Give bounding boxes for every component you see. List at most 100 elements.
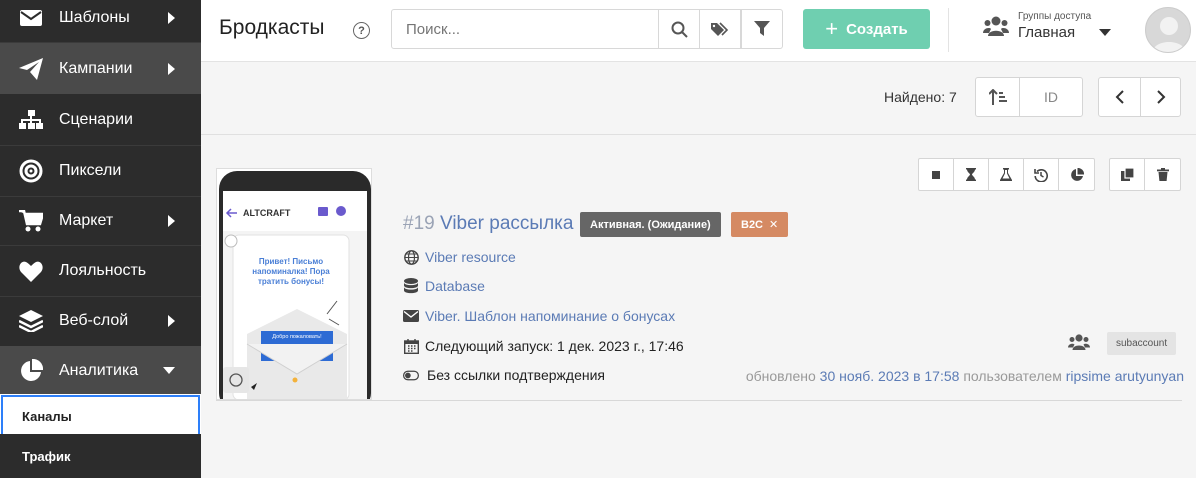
paper-plane-icon [18, 56, 44, 82]
heart-icon [18, 258, 44, 284]
campaign-preview[interactable]: ALTCRAFT Привет! Письмо напоминалка! Пор… [216, 168, 372, 400]
user-avatar-icon [1152, 17, 1186, 52]
updated-prefix: обновлено [745, 368, 816, 384]
tag-label: B2C [741, 218, 764, 231]
resource-label: Viber resource [425, 249, 516, 265]
confirm-link-row: Без ссылки подтверждения [403, 367, 605, 383]
sidebar-subitem-traffic[interactable]: Трафик [0, 434, 201, 478]
sidebar-item-label: Лояльность [59, 262, 147, 279]
preview-brand: ALTCRAFT [243, 208, 291, 218]
stop-button[interactable] [919, 159, 954, 190]
plus-icon: + [825, 16, 839, 41]
create-button[interactable]: + Создать [803, 9, 930, 49]
resource-link[interactable]: Viber resource [403, 249, 516, 265]
stats-button[interactable] [1059, 159, 1094, 190]
chevron-right-icon [1156, 90, 1165, 104]
chevron-right-icon [168, 11, 175, 24]
create-button-label: Создать [846, 20, 908, 38]
users-icon [983, 16, 1009, 36]
sidebar: Шаблоны Кампании Сценарии Пиксели Маркет [0, 0, 201, 478]
sort-direction-button[interactable] [975, 77, 1020, 117]
campaign-id: #19 [403, 213, 435, 234]
database-link[interactable]: Database [403, 278, 485, 294]
sidebar-item-web-layer[interactable]: Веб-слой [0, 297, 201, 345]
sort-field-select[interactable]: ID [1019, 77, 1083, 117]
target-icon [18, 158, 44, 184]
schedule-button[interactable] [954, 159, 989, 190]
search-icon [671, 21, 688, 38]
divider [216, 400, 1182, 401]
sidebar-item-label: Пиксели [59, 162, 122, 179]
sidebar-subitem-channels[interactable]: Каналы [0, 394, 201, 438]
pie-chart-icon [18, 358, 44, 384]
sidebar-item-analytics[interactable]: Аналитика [0, 346, 201, 395]
chevron-left-icon [1115, 90, 1124, 104]
preview-message: Привет! Письмо напоминалка! Пора тратить… [252, 257, 330, 286]
sidebar-item-templates[interactable]: Шаблоны [0, 0, 201, 35]
hourglass-icon [966, 168, 976, 181]
sidebar-item-label: Сценарии [59, 111, 133, 128]
database-label: Database [425, 278, 485, 294]
subaccount-badge: subaccount [1107, 332, 1177, 355]
divider [201, 134, 1196, 135]
sidebar-item-scenarios[interactable]: Сценарии [0, 95, 201, 145]
delete-button[interactable] [1145, 159, 1180, 190]
divider [948, 8, 949, 52]
status-badge: Активная. (Ожидание) [580, 212, 721, 237]
copy-button[interactable] [1110, 159, 1145, 190]
header: Бродкасты ? + Создать Группы доступа Гла… [201, 0, 1196, 62]
updated-by-prefix: пользователем [963, 368, 1062, 384]
cart-icon [18, 208, 44, 234]
phone-preview-image: ALTCRAFT Привет! Письмо напоминалка! Пор… [217, 169, 371, 399]
sidebar-item-label: Аналитика [59, 361, 139, 379]
search-button[interactable] [658, 9, 700, 49]
sitemap-icon [18, 107, 44, 133]
sidebar-item-label: Маркет [59, 211, 114, 229]
campaign-edit-toolbar [1109, 158, 1181, 191]
search-input[interactable] [391, 9, 659, 49]
chevron-right-icon [168, 62, 175, 75]
chevron-right-icon [168, 214, 175, 227]
updated-info: обновлено 30 нояб. 2023 в 17:58 пользова… [746, 368, 1184, 384]
campaign-name-link[interactable]: Viber рассылка [440, 213, 573, 235]
envelope-icon [18, 5, 44, 31]
close-icon[interactable]: ✕ [769, 218, 778, 231]
tags-icon [711, 21, 729, 36]
pie-chart-icon [1070, 167, 1084, 181]
history-icon [1034, 168, 1048, 182]
filter-button[interactable] [741, 9, 783, 49]
template-link[interactable]: Viber. Шаблон напоминание о бонусах [403, 308, 675, 324]
filter-icon [754, 21, 770, 36]
sidebar-item-loyalty[interactable]: Лояльность [0, 246, 201, 296]
users-icon [1068, 334, 1090, 350]
avatar[interactable] [1145, 7, 1191, 53]
prev-page-button[interactable] [1098, 77, 1141, 117]
flask-icon [1000, 168, 1012, 181]
history-button[interactable] [1024, 159, 1059, 190]
next-run-row: Следующий запуск: 1 дек. 2023 г., 17:46 [403, 338, 684, 354]
preview-envelope-text: Добро пожаловать! [272, 334, 322, 340]
tag-badge[interactable]: B2C ✕ [731, 212, 789, 237]
updated-date-link[interactable]: 30 нояб. 2023 в 17:58 [820, 368, 960, 384]
sidebar-item-label: Веб-слой [59, 312, 129, 329]
next-page-button[interactable] [1140, 77, 1181, 117]
tags-button[interactable] [699, 9, 741, 49]
database-icon [403, 278, 419, 294]
found-count: Найдено: 7 [884, 89, 957, 105]
sidebar-item-market[interactable]: Маркет [0, 197, 201, 244]
test-button[interactable] [989, 159, 1024, 190]
trash-icon [1156, 168, 1169, 181]
template-label: Viber. Шаблон напоминание о бонусах [425, 308, 676, 324]
chevron-down-icon[interactable] [1099, 29, 1111, 36]
help-icon[interactable]: ? [353, 22, 370, 39]
copy-icon [1120, 168, 1134, 181]
globe-icon [403, 249, 419, 265]
sidebar-item-campaigns[interactable]: Кампании [0, 43, 201, 94]
groups-label: Группы доступа [1018, 11, 1092, 22]
sort-icon [988, 88, 1007, 105]
sort-field-label: ID [1044, 89, 1058, 105]
groups-select[interactable]: Главная [1018, 24, 1075, 41]
calendar-icon [403, 338, 419, 354]
updated-user-link[interactable]: ripsime arutyunyan [1066, 368, 1184, 384]
sidebar-item-pixels[interactable]: Пиксели [0, 146, 201, 196]
